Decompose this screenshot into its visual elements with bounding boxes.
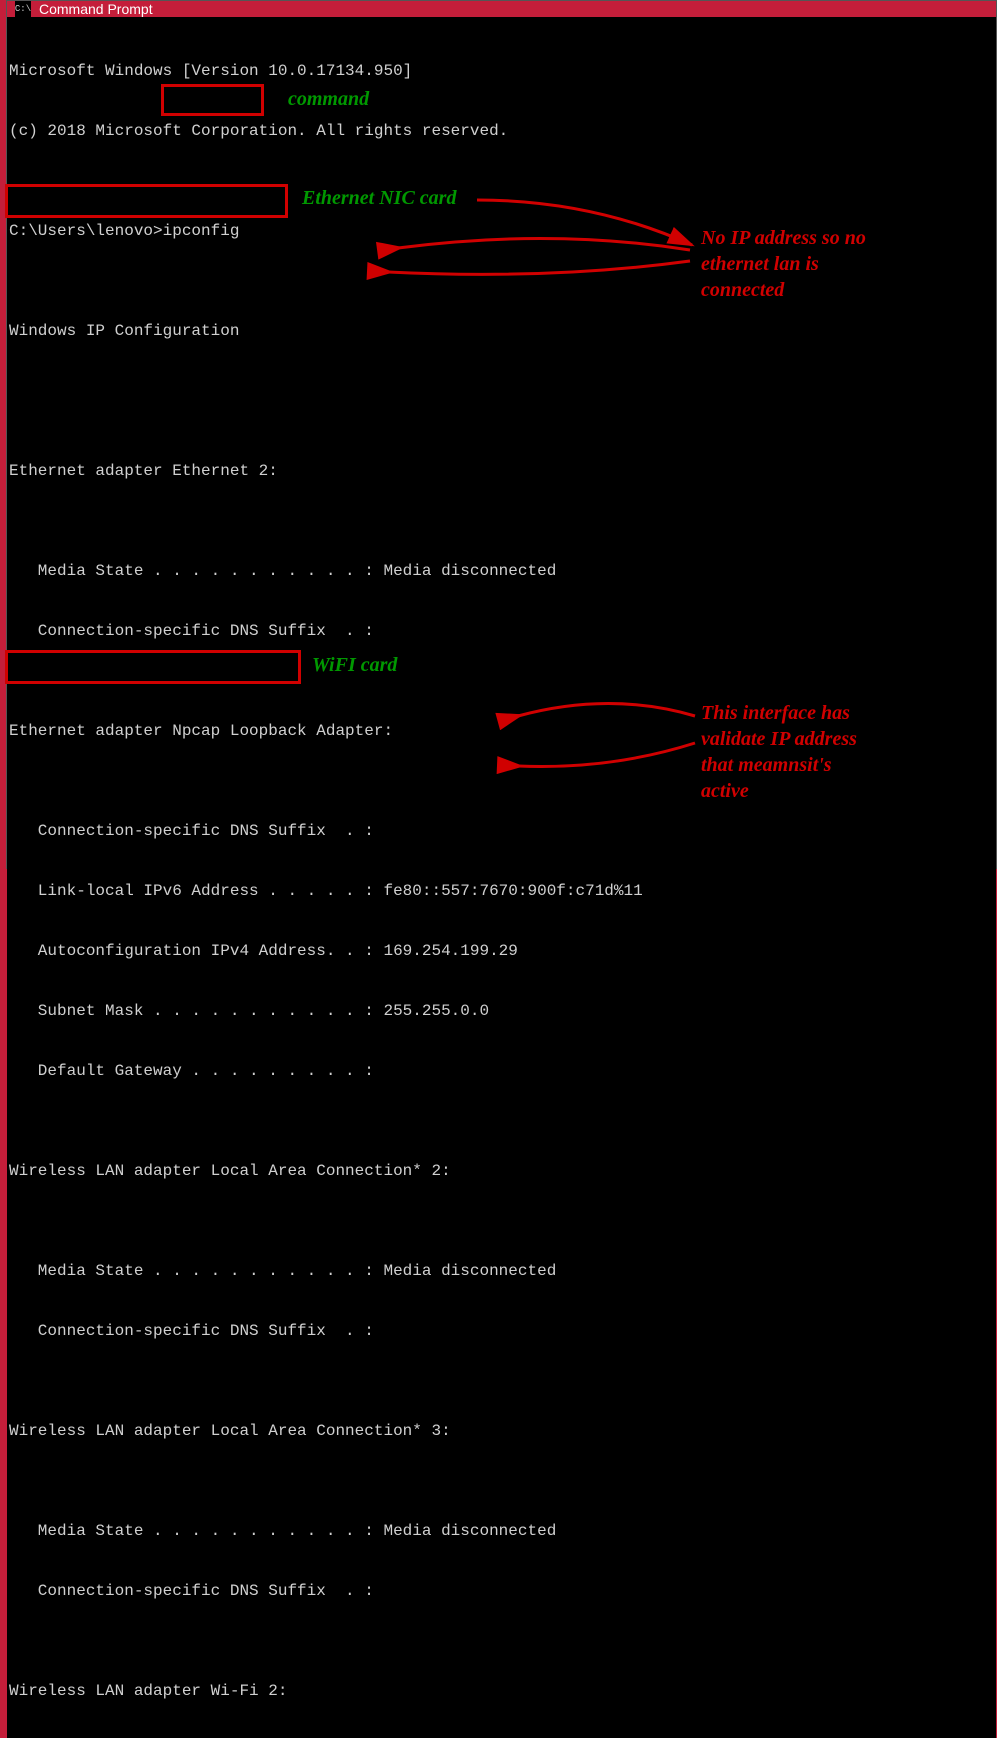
adapter-header: Wireless LAN adapter Local Area Connecti… xyxy=(9,1421,994,1441)
command-prompt-window: C:\ Command Prompt Microsoft Windows [Ve… xyxy=(6,0,997,869)
term-line: Windows IP Configuration xyxy=(9,321,994,341)
adapter-header: Ethernet adapter Ethernet 2: xyxy=(9,461,994,481)
adapter-header: Wireless LAN adapter Local Area Connecti… xyxy=(9,1161,994,1181)
term-line: Connection-specific DNS Suffix . : xyxy=(9,1321,994,1341)
terminal-output[interactable]: Microsoft Windows [Version 10.0.17134.95… xyxy=(7,17,996,1738)
adapter-header: Wireless LAN adapter Wi-Fi 2: xyxy=(9,1681,994,1701)
titlebar[interactable]: C:\ Command Prompt xyxy=(7,1,996,17)
term-line: Microsoft Windows [Version 10.0.17134.95… xyxy=(9,61,994,81)
term-line: Connection-specific DNS Suffix . : xyxy=(9,621,994,641)
window-title: Command Prompt xyxy=(39,1,153,17)
term-line: Subnet Mask . . . . . . . . . . . : 255.… xyxy=(9,1001,994,1021)
cmd-icon: C:\ xyxy=(15,1,31,17)
term-line: (c) 2018 Microsoft Corporation. All righ… xyxy=(9,121,994,141)
term-line: Link-local IPv6 Address . . . . . : fe80… xyxy=(9,881,994,901)
term-line: Media State . . . . . . . . . . . : Medi… xyxy=(9,1521,994,1541)
term-line: Connection-specific DNS Suffix . : xyxy=(9,821,994,841)
term-line: Media State . . . . . . . . . . . : Medi… xyxy=(9,561,994,581)
term-line: Autoconfiguration IPv4 Address. . : 169.… xyxy=(9,941,994,961)
term-line: Connection-specific DNS Suffix . : xyxy=(9,1581,994,1601)
adapter-header: Ethernet adapter Npcap Loopback Adapter: xyxy=(9,721,994,741)
term-line: Default Gateway . . . . . . . . . : xyxy=(9,1061,994,1081)
prompt-line: C:\Users\lenovo>ipconfig xyxy=(9,221,994,241)
term-line: Media State . . . . . . . . . . . : Medi… xyxy=(9,1261,994,1281)
